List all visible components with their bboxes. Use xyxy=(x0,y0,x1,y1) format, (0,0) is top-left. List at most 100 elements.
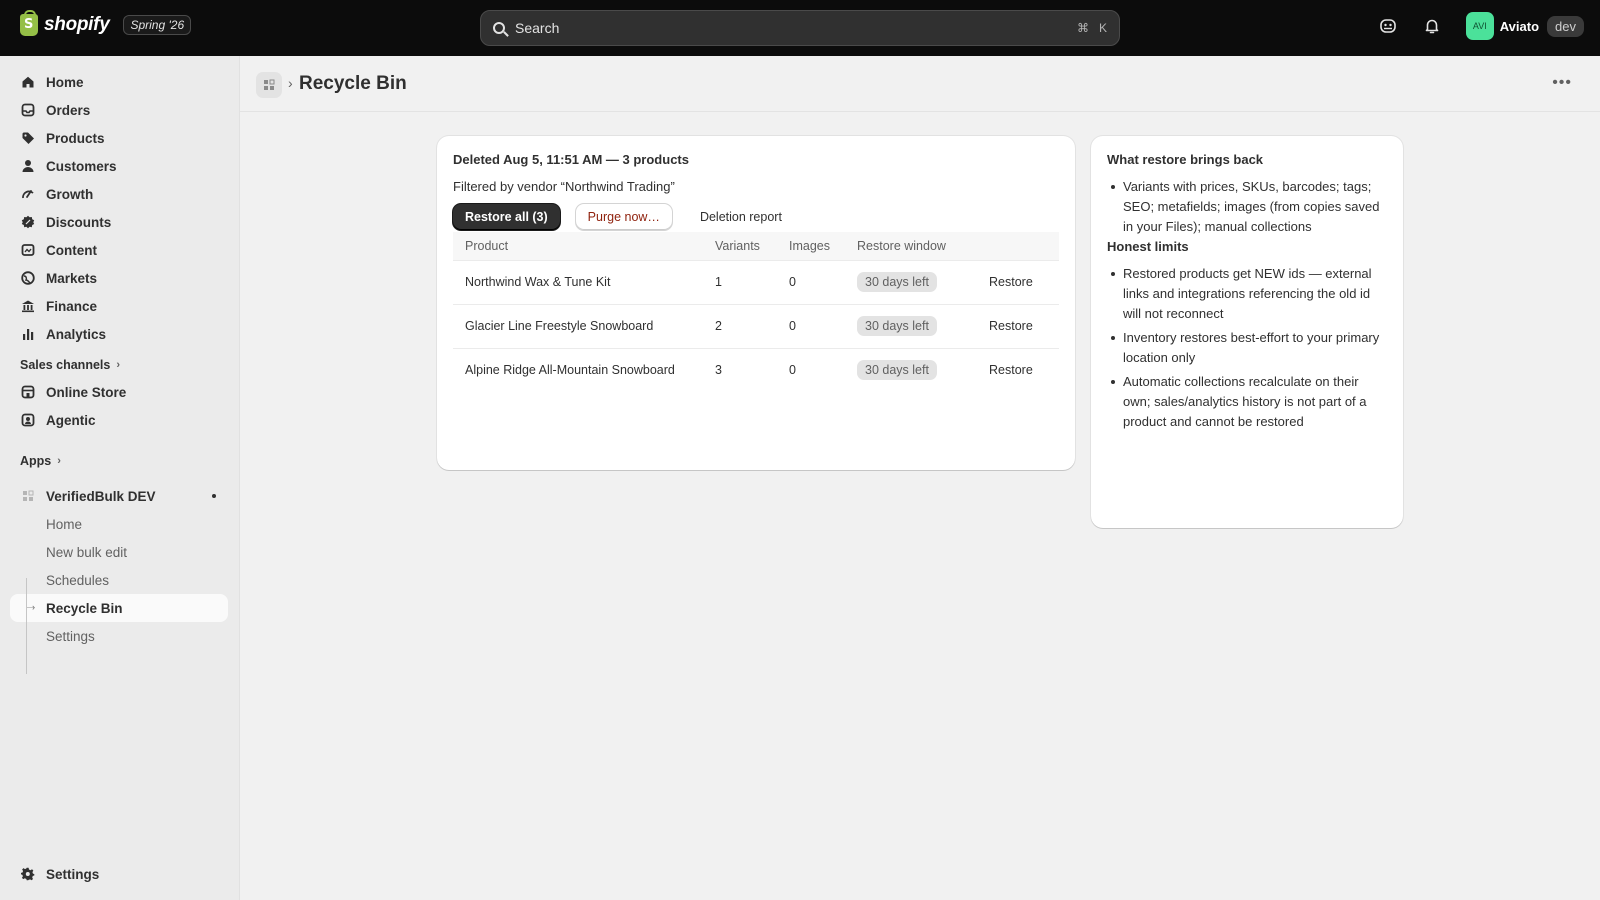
product-name: Alpine Ridge All-Mountain Snowboard xyxy=(453,347,703,392)
deleted-batch-card: Deleted Aug 5, 11:51 AM — 3 products Fil… xyxy=(437,136,1075,470)
restore-all-button[interactable]: Restore all (3) xyxy=(453,204,560,230)
avatar: AVI xyxy=(1465,12,1494,40)
bar-chart-icon xyxy=(20,326,36,342)
sidebar-item-verifiedbulk[interactable]: VerifiedBulk DEV xyxy=(10,482,228,510)
apps-nav: VerifiedBulk DEV Home New bulk edit Sche… xyxy=(10,482,228,650)
col-variants: Variants xyxy=(703,232,777,260)
col-restore-window: Restore window xyxy=(845,232,977,260)
orders-icon xyxy=(20,102,36,118)
purge-button[interactable]: Purge now… xyxy=(575,204,672,230)
restore-info-card: What restore brings back Variants with p… xyxy=(1091,136,1403,528)
honest-limits-list: Restored products get NEW ids — external… xyxy=(1107,264,1387,432)
image-count: 0 xyxy=(777,303,845,348)
sidebar-item-settings[interactable]: Settings xyxy=(10,860,228,888)
restore-button[interactable]: Restore xyxy=(989,275,1033,289)
bank-icon xyxy=(20,298,36,314)
discount-icon xyxy=(20,214,36,230)
restore-brings-back-list: Variants with prices, SKUs, barcodes; ta… xyxy=(1107,177,1387,237)
breadcrumb-app-icon[interactable] xyxy=(256,72,282,98)
shopify-logo[interactable]: shopify Spring '26 xyxy=(20,10,192,36)
image-count: 0 xyxy=(777,347,845,392)
restore-button[interactable]: Restore xyxy=(989,363,1033,377)
main-content: › Recycle Bin ••• Deleted Aug 5, 11:51 A… xyxy=(240,56,1600,900)
apps-header[interactable]: Apps › xyxy=(20,454,61,468)
chevron-right-icon: › xyxy=(57,455,61,467)
restore-window-badge: 30 days left xyxy=(857,316,937,336)
primary-nav: Home Orders Products Customers Growth Di… xyxy=(10,68,228,348)
sidebar-item-customers[interactable]: Customers xyxy=(10,152,228,180)
gear-icon xyxy=(20,866,36,882)
home-icon xyxy=(20,74,36,90)
sidekick-icon[interactable] xyxy=(1378,16,1398,36)
env-badge: dev xyxy=(1547,15,1584,37)
edition-badge: Spring '26 xyxy=(123,15,192,35)
restore-button[interactable]: Restore xyxy=(989,319,1033,333)
list-item: Restored products get NEW ids — external… xyxy=(1107,264,1387,324)
col-action xyxy=(977,232,1059,260)
table-header-row: Product Variants Images Restore window xyxy=(453,232,1059,260)
list-item: Automatic collections recalculate on the… xyxy=(1107,372,1387,432)
batch-filter: Filtered by vendor “Northwind Trading” xyxy=(453,179,675,194)
honest-limits-heading: Honest limits xyxy=(1107,239,1189,254)
search-icon xyxy=(493,22,505,34)
sidebar-item-discounts[interactable]: Discounts xyxy=(10,208,228,236)
breadcrumb-separator-icon: › xyxy=(288,75,293,91)
top-bar: shopify Spring '26 ⌘ K AVI Aviato dev xyxy=(0,0,1600,56)
batch-actions: Restore all (3) Purge now… Deletion repo… xyxy=(453,204,1059,230)
shortcut-cmd: ⌘ xyxy=(1076,21,1089,35)
col-product: Product xyxy=(453,232,703,260)
brand-wordmark: shopify xyxy=(44,14,110,35)
app-status-dot xyxy=(212,494,216,498)
deleted-products-table: Product Variants Images Restore window N… xyxy=(453,232,1059,392)
app-icon xyxy=(20,488,36,504)
table-row: Glacier Line Freestyle Snowboard 2 0 30 … xyxy=(453,303,1059,348)
restore-window-badge: 30 days left xyxy=(857,360,937,381)
list-item: Variants with prices, SKUs, barcodes; ta… xyxy=(1107,177,1387,237)
sidebar-item-agentic[interactable]: Agentic xyxy=(10,406,228,434)
tree-arrow-icon: › xyxy=(32,602,35,612)
product-name: Northwind Wax & Tune Kit xyxy=(453,259,703,304)
sidebar-item-finance[interactable]: Finance xyxy=(10,292,228,320)
sidebar-item-home[interactable]: Home xyxy=(10,68,228,96)
content-icon xyxy=(20,242,36,258)
product-name: Glacier Line Freestyle Snowboard xyxy=(453,303,703,348)
sidebar-item-markets[interactable]: Markets xyxy=(10,264,228,292)
sidebar-item-orders[interactable]: Orders xyxy=(10,96,228,124)
sidebar-item-growth[interactable]: Growth xyxy=(10,180,228,208)
tag-icon xyxy=(20,130,36,146)
globe-icon xyxy=(20,270,36,286)
variant-count: 1 xyxy=(703,259,777,304)
deletion-report-button[interactable]: Deletion report xyxy=(688,204,794,230)
shopify-bag-icon xyxy=(20,10,38,36)
app-subitem-home[interactable]: Home xyxy=(10,510,228,538)
app-subitem-recycle-bin[interactable]: › Recycle Bin xyxy=(10,594,228,622)
app-subitem-schedules[interactable]: Schedules xyxy=(10,566,228,594)
search-input[interactable] xyxy=(515,20,1067,36)
growth-icon xyxy=(20,186,36,202)
bell-icon[interactable] xyxy=(1422,16,1442,36)
search-bar[interactable]: ⌘ K xyxy=(480,10,1120,46)
table-row: Alpine Ridge All-Mountain Snowboard 3 0 … xyxy=(453,347,1059,392)
user-menu[interactable]: AVI Aviato dev xyxy=(1465,12,1584,40)
sidebar-item-products[interactable]: Products xyxy=(10,124,228,152)
app-subitem-new-bulk-edit[interactable]: New bulk edit xyxy=(10,538,228,566)
agentic-icon xyxy=(20,412,36,428)
sidebar-item-analytics[interactable]: Analytics xyxy=(10,320,228,348)
sidebar-item-online-store[interactable]: Online Store xyxy=(10,378,228,406)
more-actions-icon[interactable]: ••• xyxy=(1552,74,1572,92)
page-header: › Recycle Bin ••• xyxy=(240,56,1600,112)
restore-brings-back-heading: What restore brings back xyxy=(1107,152,1264,167)
shortcut-key: K xyxy=(1098,21,1107,35)
list-item: Inventory restores best-effort to your p… xyxy=(1107,328,1387,368)
person-icon xyxy=(20,158,36,174)
batch-title: Deleted Aug 5, 11:51 AM — 3 products xyxy=(453,152,689,167)
sidebar-item-content[interactable]: Content xyxy=(10,236,228,264)
app-subitem-settings[interactable]: Settings xyxy=(10,622,228,650)
store-icon xyxy=(20,384,36,400)
sidebar: Home Orders Products Customers Growth Di… xyxy=(0,56,240,900)
sales-channels-header[interactable]: Sales channels › xyxy=(20,358,120,372)
image-count: 0 xyxy=(777,259,845,304)
restore-window-badge: 30 days left xyxy=(857,272,937,292)
table-row: Northwind Wax & Tune Kit 1 0 30 days lef… xyxy=(453,259,1059,304)
chevron-right-icon: › xyxy=(116,359,120,371)
